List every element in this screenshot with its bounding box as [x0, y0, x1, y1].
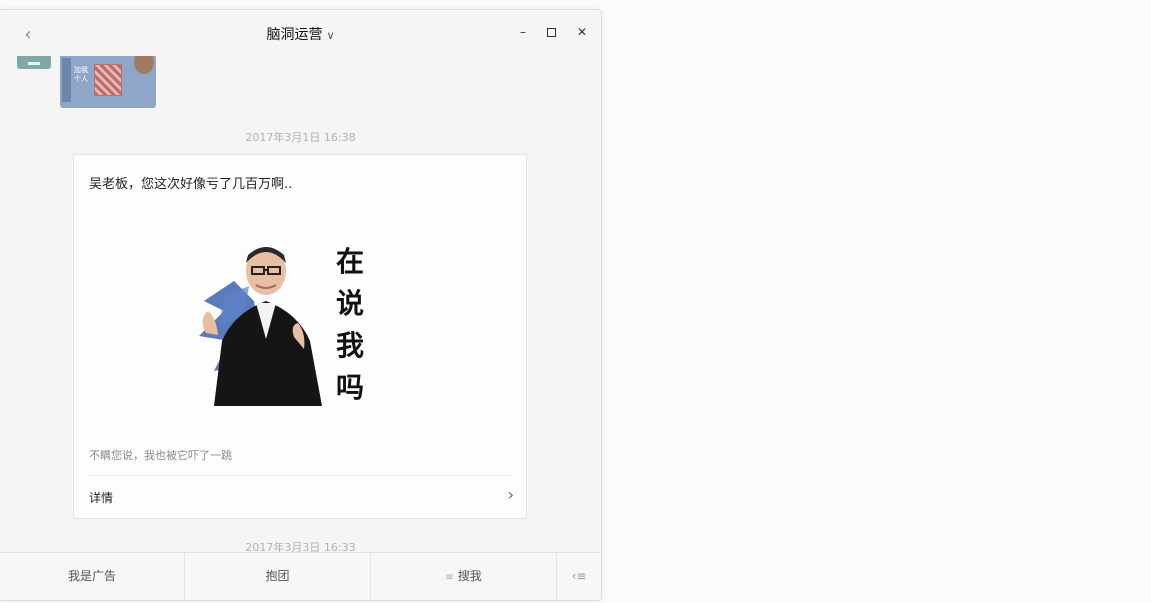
avatar[interactable]	[17, 56, 51, 69]
close-icon: ✕	[576, 25, 588, 39]
divider	[89, 475, 511, 476]
keyboard-switch-button[interactable]: ‹≡	[557, 553, 601, 600]
image-strip	[62, 58, 71, 102]
chat-window: ‹ 脑洞运营 ∨ – ✕ 加我个人 2017年3月1日 16:38 吴老板，您这次…	[0, 9, 602, 601]
caption-char: 在	[336, 245, 364, 278]
menu-item-ads[interactable]: 我是广告	[0, 553, 185, 600]
chevron-right-icon[interactable]: ›	[508, 485, 514, 504]
maximize-button[interactable]	[543, 24, 559, 40]
keyboard-switch-icon: ‹≡	[571, 569, 587, 583]
image-text: 加我个人	[74, 66, 88, 83]
bottom-menu: 我是广告 抱团 ≡ 搜我 ‹≡	[0, 552, 601, 600]
minimize-button[interactable]: –	[515, 24, 531, 40]
menu-item-group[interactable]: 抱团	[185, 553, 371, 600]
menu-item-search[interactable]: ≡ 搜我	[371, 553, 557, 600]
qr-code-image	[94, 64, 122, 96]
caption-char: 说	[336, 287, 364, 320]
timestamp: 2017年3月1日 16:38	[245, 131, 356, 144]
minimize-icon: –	[520, 25, 526, 39]
meme-image: 在 说 我 吗	[199, 245, 364, 406]
chat-title-label: 脑洞运营	[266, 27, 323, 43]
message-list[interactable]: 加我个人 2017年3月1日 16:38 吴老板，您这次好像亏了几百万啊.. 在	[0, 56, 601, 554]
maximize-icon	[546, 28, 556, 37]
submenu-icon: ≡	[445, 572, 454, 583]
menu-item-label: 搜我	[457, 569, 482, 583]
card-description: 不瞒您说，我也被它吓了一跳	[89, 449, 232, 462]
close-button[interactable]: ✕	[574, 24, 590, 40]
message-image[interactable]: 加我个人	[60, 56, 156, 108]
details-link[interactable]: 详情	[89, 489, 113, 506]
chevron-down-icon: ∨	[326, 29, 335, 42]
image-figure	[134, 56, 154, 74]
article-card[interactable]: 吴老板，您这次好像亏了几百万啊.. 在 说 我 吗 不瞒您说，我也被它吓了一跳 …	[73, 154, 527, 519]
caption-char: 我	[336, 329, 364, 362]
menu-item-label: 抱团	[265, 569, 290, 583]
menu-item-label: 我是广告	[67, 569, 116, 583]
caption-char: 吗	[336, 371, 364, 404]
card-title: 吴老板，您这次好像亏了几百万啊..	[89, 177, 293, 192]
chat-title[interactable]: 脑洞运营 ∨	[0, 24, 601, 44]
title-bar: ‹ 脑洞运营 ∨ – ✕	[0, 10, 601, 56]
